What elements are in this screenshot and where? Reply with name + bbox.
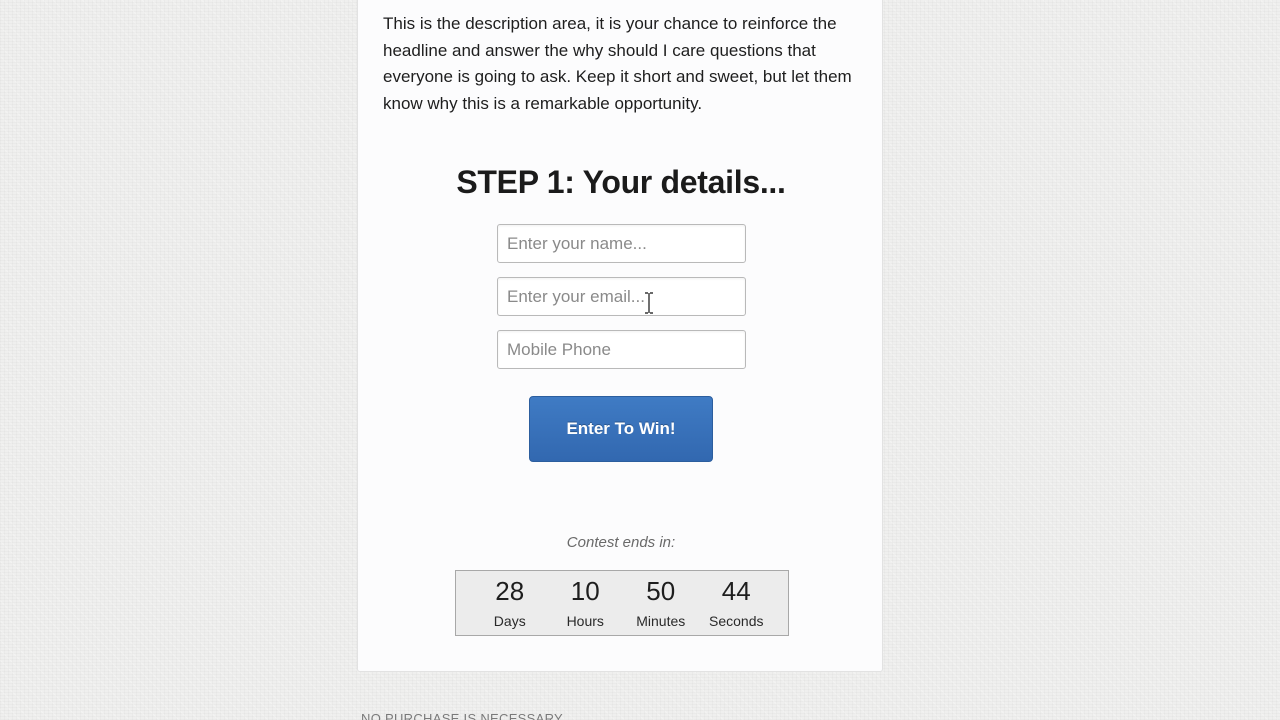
countdown-timer: 28 Days 10 Hours 50 Minutes 44 Seconds <box>455 570 789 636</box>
countdown-hours: 10 Hours <box>548 571 624 635</box>
contest-card: This is the description area, it is your… <box>357 0 883 672</box>
name-input[interactable] <box>497 224 746 263</box>
contest-ends-label: Contest ends in: <box>566 534 676 551</box>
text-cursor-icon <box>644 292 654 314</box>
email-input[interactable] <box>497 277 746 316</box>
seconds-value: 44 <box>721 576 751 606</box>
mobile-phone-input[interactable] <box>497 330 746 369</box>
enter-to-win-button[interactable]: Enter To Win! <box>529 396 713 462</box>
minutes-value: 50 <box>646 576 676 606</box>
countdown-days: 28 Days <box>472 571 548 635</box>
no-purchase-note: NO PURCHASE IS NECESSARY <box>361 711 564 720</box>
minutes-label: Minutes <box>636 613 686 629</box>
hours-label: Hours <box>566 613 604 629</box>
hours-value: 10 <box>570 576 600 606</box>
countdown-minutes: 50 Minutes <box>623 571 699 635</box>
seconds-label: Seconds <box>709 613 764 629</box>
days-value: 28 <box>495 576 525 606</box>
step-title: STEP 1: Your details... <box>456 164 786 200</box>
description-text: This is the description area, it is your… <box>383 14 852 113</box>
countdown-seconds: 44 Seconds <box>699 571 775 635</box>
days-label: Days <box>493 613 526 629</box>
